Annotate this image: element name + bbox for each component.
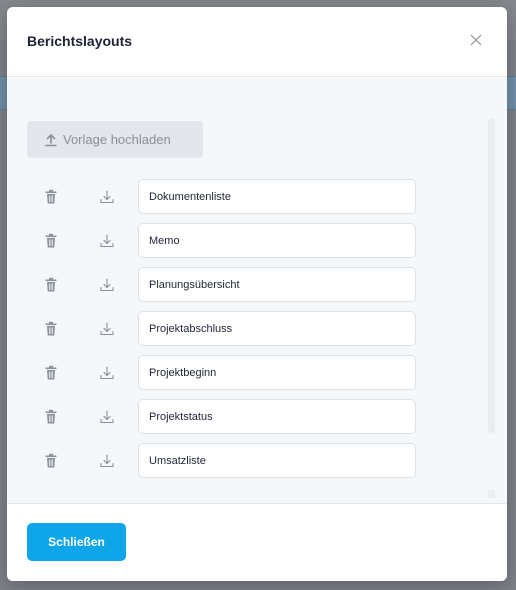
dialog-header: Berichtslayouts [7,7,507,77]
download-icon[interactable] [99,189,115,205]
layout-row: Projektstatus [7,399,507,443]
dialog-body: Vorlage hochladen Dokumentenliste Memo P… [7,78,507,503]
report-layouts-dialog: Berichtslayouts Vorlage hochladen Dokume… [7,7,507,581]
download-icon[interactable] [99,321,115,337]
trash-icon[interactable] [44,409,58,425]
layout-row: Umsatzliste [7,443,507,487]
layout-name-field[interactable]: Projektabschluss [138,311,416,346]
trash-icon[interactable] [44,365,58,381]
scrollbar[interactable] [488,118,495,433]
trash-icon[interactable] [44,321,58,337]
dialog-title: Berichtslayouts [27,33,133,49]
layout-row: Planungsübersicht [7,267,507,311]
layout-row: Projektabschluss [7,311,507,355]
layout-name-field[interactable]: Projektstatus [138,399,416,434]
scrollbar-end [488,490,495,498]
trash-icon[interactable] [44,233,58,249]
layout-row: Memo [7,223,507,267]
layout-name-field[interactable]: Umsatzliste [138,443,416,478]
trash-icon[interactable] [44,189,58,205]
layout-row: Projektbeginn [7,355,507,399]
upload-template-button[interactable]: Vorlage hochladen [27,121,203,158]
close-button[interactable]: Schließen [27,523,126,561]
download-icon[interactable] [99,453,115,469]
trash-icon[interactable] [44,277,58,293]
download-icon[interactable] [99,277,115,293]
layout-name-field[interactable]: Memo [138,223,416,258]
layout-list: Dokumentenliste Memo Planungsübersicht P… [7,179,507,487]
dialog-footer: Schließen [7,503,507,581]
close-icon[interactable] [467,31,485,49]
layout-name-field[interactable]: Projektbeginn [138,355,416,390]
download-icon[interactable] [99,233,115,249]
download-icon[interactable] [99,409,115,425]
layout-row: Dokumentenliste [7,179,507,223]
layout-name-field[interactable]: Dokumentenliste [138,179,416,214]
upload-template-label: Vorlage hochladen [63,132,171,147]
trash-icon[interactable] [44,453,58,469]
download-icon[interactable] [99,365,115,381]
upload-icon [45,133,57,146]
layout-name-field[interactable]: Planungsübersicht [138,267,416,302]
